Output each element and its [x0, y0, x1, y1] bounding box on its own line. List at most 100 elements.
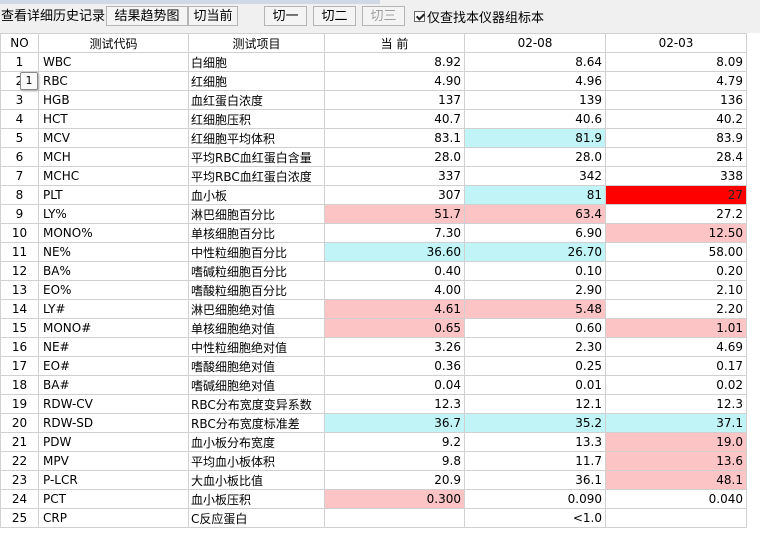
value-current[interactable]: 9.2 — [324, 432, 465, 452]
table-row[interactable]: 9 LY% 淋巴细胞百分比 51.7 63.4 27.2 — [0, 204, 747, 224]
value-date-2[interactable]: 27.2 — [605, 204, 747, 224]
header-no[interactable]: NO — [0, 33, 39, 53]
history-button[interactable]: 查看详细历史记录 — [0, 6, 106, 26]
test-item[interactable]: 血小板分布宽度 — [188, 432, 325, 452]
row-number[interactable]: 7 — [0, 166, 39, 186]
test-code[interactable]: PDW — [38, 432, 189, 452]
test-code[interactable]: RBC — [38, 71, 189, 91]
table-row[interactable]: 3 HGB 血红蛋白浓度 137 139 136 — [0, 90, 747, 110]
row-number[interactable]: 19 — [0, 394, 39, 414]
value-date-2[interactable]: 40.2 — [605, 109, 747, 129]
test-code[interactable]: RDW-SD — [38, 413, 189, 433]
table-row[interactable]: 5 MCV 红细胞平均体积 83.1 81.9 83.9 — [0, 128, 747, 148]
row-number[interactable]: 8 — [0, 185, 39, 205]
header-date-1[interactable]: 02-08 — [464, 33, 606, 53]
value-date-1[interactable]: 5.48 — [464, 299, 606, 319]
value-current[interactable]: 3.26 — [324, 337, 465, 357]
table-row[interactable]: 24 PCT 血小板压积 0.300 0.090 0.040 — [0, 489, 747, 509]
value-date-1[interactable]: 0.60 — [464, 318, 606, 338]
test-item[interactable]: 淋巴细胞绝对值 — [188, 299, 325, 319]
value-date-1[interactable]: 4.96 — [464, 71, 606, 91]
test-code[interactable]: EO% — [38, 280, 189, 300]
value-date-2[interactable]: 12.50 — [605, 223, 747, 243]
test-code[interactable]: P-LCR — [38, 470, 189, 490]
row-number[interactable]: 4 — [0, 109, 39, 129]
table-row[interactable]: 15 MONO# 单核细胞绝对值 0.65 0.60 1.01 — [0, 318, 747, 338]
value-date-2[interactable]: 58.00 — [605, 242, 747, 262]
value-date-1[interactable]: 139 — [464, 90, 606, 110]
value-current[interactable]: 337 — [324, 166, 465, 186]
row-number[interactable]: 23 — [0, 470, 39, 490]
row-number[interactable]: 25 — [0, 508, 39, 528]
header-date-2[interactable]: 02-03 — [605, 33, 747, 53]
value-date-2[interactable]: 19.0 — [605, 432, 747, 452]
value-current[interactable]: 0.40 — [324, 261, 465, 281]
row-number[interactable]: 24 — [0, 489, 39, 509]
value-date-1[interactable]: 2.90 — [464, 280, 606, 300]
value-date-2[interactable]: 4.79 — [605, 71, 747, 91]
test-item[interactable]: RBC分布宽度标准差 — [188, 413, 325, 433]
table-row[interactable]: 12 BA% 嗜碱粒细胞百分比 0.40 0.10 0.20 — [0, 261, 747, 281]
value-current[interactable]: 83.1 — [324, 128, 465, 148]
table-row[interactable]: 14 LY# 淋巴细胞绝对值 4.61 5.48 2.20 — [0, 299, 747, 319]
value-date-2[interactable]: 83.9 — [605, 128, 747, 148]
test-item[interactable]: 嗜酸细胞绝对值 — [188, 356, 325, 376]
test-item[interactable]: 平均RBC血红蛋白浓度 — [188, 166, 325, 186]
test-code[interactable]: NE# — [38, 337, 189, 357]
table-row[interactable]: 18 BA# 嗜碱细胞绝对值 0.04 0.01 0.02 — [0, 375, 747, 395]
value-current[interactable]: 7.30 — [324, 223, 465, 243]
row-number[interactable]: 6 — [0, 147, 39, 167]
table-row[interactable]: 1 WBC 白细胞 8.92 8.64 8.09 — [0, 52, 747, 72]
header-item[interactable]: 测试项目 — [188, 33, 325, 53]
value-date-1[interactable]: 0.10 — [464, 261, 606, 281]
test-item[interactable]: 单核细胞绝对值 — [188, 318, 325, 338]
row-number[interactable]: 13 — [0, 280, 39, 300]
row-number[interactable]: 9 — [0, 204, 39, 224]
test-item[interactable]: 单核细胞百分比 — [188, 223, 325, 243]
test-item[interactable]: 血小板压积 — [188, 489, 325, 509]
header-code[interactable]: 测试代码 — [38, 33, 189, 53]
test-code[interactable]: MCH — [38, 147, 189, 167]
test-code[interactable]: HCT — [38, 109, 189, 129]
test-code[interactable]: BA# — [38, 375, 189, 395]
table-row[interactable]: 21 PDW 血小板分布宽度 9.2 13.3 19.0 — [0, 432, 747, 452]
test-code[interactable]: LY% — [38, 204, 189, 224]
test-code[interactable]: RDW-CV — [38, 394, 189, 414]
test-item[interactable]: 嗜酸粒细胞百分比 — [188, 280, 325, 300]
table-row[interactable]: 4 HCT 红细胞压积 40.7 40.6 40.2 — [0, 109, 747, 129]
test-code[interactable]: PLT — [38, 185, 189, 205]
row-number[interactable]: 5 — [0, 128, 39, 148]
value-date-1[interactable]: 0.25 — [464, 356, 606, 376]
switch-two-button[interactable]: 切二 — [313, 6, 356, 26]
value-date-1[interactable]: 0.01 — [464, 375, 606, 395]
value-current[interactable]: 20.9 — [324, 470, 465, 490]
row-number[interactable]: 20 — [0, 413, 39, 433]
table-row[interactable]: 11 NE% 中性粒细胞百分比 36.60 26.70 58.00 — [0, 242, 747, 262]
value-date-2[interactable]: 2.10 — [605, 280, 747, 300]
value-date-2[interactable]: 12.3 — [605, 394, 747, 414]
value-date-1[interactable]: 40.6 — [464, 109, 606, 129]
value-current[interactable]: 36.7 — [324, 413, 465, 433]
test-item[interactable]: 白细胞 — [188, 52, 325, 72]
value-date-2[interactable]: 1.01 — [605, 318, 747, 338]
value-date-1[interactable]: 36.1 — [464, 470, 606, 490]
row-number[interactable]: 11 — [0, 242, 39, 262]
value-date-1[interactable]: 81 — [464, 185, 606, 205]
value-current[interactable]: 9.8 — [324, 451, 465, 471]
value-date-2[interactable] — [605, 508, 747, 528]
value-date-1[interactable]: 81.9 — [464, 128, 606, 148]
trend-button[interactable]: 结果趋势图 — [106, 6, 188, 26]
test-item[interactable]: 红细胞 — [188, 71, 325, 91]
value-date-2[interactable]: 0.02 — [605, 375, 747, 395]
value-current[interactable]: 4.61 — [324, 299, 465, 319]
value-current[interactable]: 4.00 — [324, 280, 465, 300]
row-number[interactable]: 15 — [0, 318, 39, 338]
test-item[interactable]: 淋巴细胞百分比 — [188, 204, 325, 224]
row-number[interactable]: 22 — [0, 451, 39, 471]
table-row[interactable]: 19 RDW-CV RBC分布宽度变异系数 12.3 12.1 12.3 — [0, 394, 747, 414]
value-date-1[interactable]: 11.7 — [464, 451, 606, 471]
value-current[interactable]: 8.92 — [324, 52, 465, 72]
test-code[interactable]: HGB — [38, 90, 189, 110]
value-date-1[interactable]: <1.0 — [464, 508, 606, 528]
row-number[interactable]: 10 — [0, 223, 39, 243]
